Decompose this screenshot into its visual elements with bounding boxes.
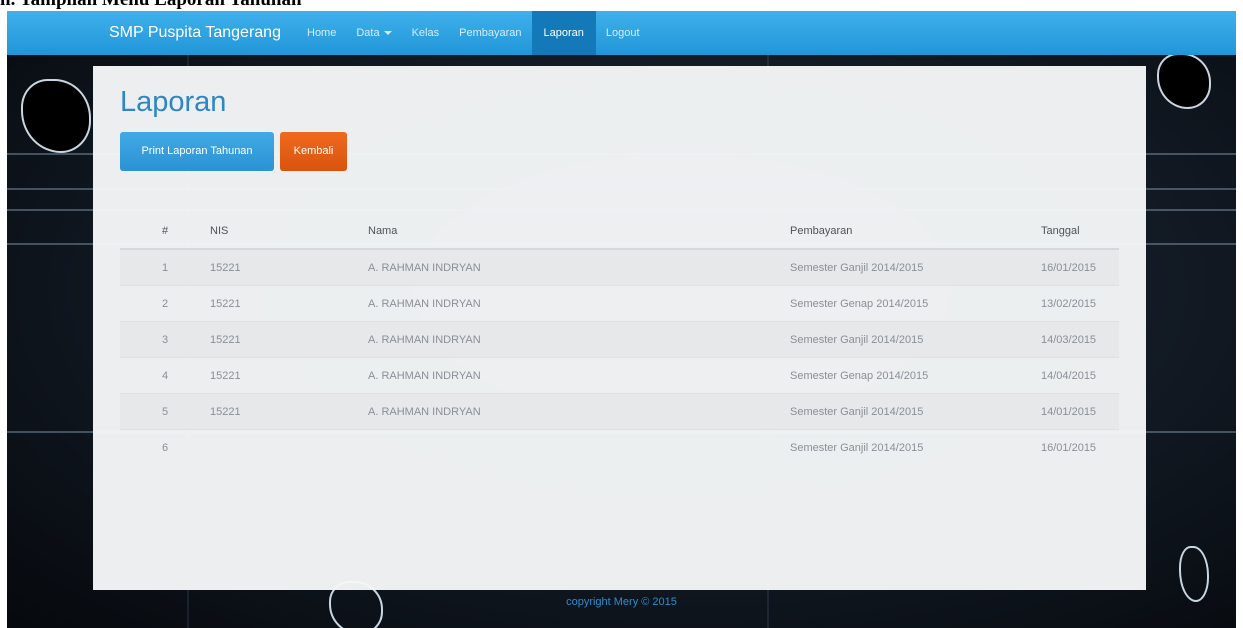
nav-item-logout[interactable]: Logout xyxy=(596,11,650,55)
nav-item-laporan[interactable]: Laporan xyxy=(531,11,596,55)
table-row: 6 Semester Ganjil 2014/2015 16/01/2015 xyxy=(120,429,1119,465)
app-window: SMP Puspita Tangerang Home Data Kelas Pe… xyxy=(7,11,1236,628)
cell-nama: A. RAHMAN INDRYAN xyxy=(368,285,790,322)
nav-item-data[interactable]: Data xyxy=(346,11,401,55)
nav-item-home[interactable]: Home xyxy=(297,11,346,55)
column-header-number: # xyxy=(120,214,210,250)
cell-pembayaran: Semester Ganjil 2014/2015 xyxy=(790,248,1041,286)
caret-down-icon xyxy=(383,31,392,36)
cell-number: 3 xyxy=(120,321,210,358)
cell-nis: 15221 xyxy=(210,357,368,394)
world-map-landmass xyxy=(21,79,91,153)
cell-nama: A. RAHMAN INDRYAN xyxy=(368,321,790,358)
back-button[interactable]: Kembali xyxy=(280,132,347,171)
nav-item-pembayaran[interactable]: Pembayaran xyxy=(449,11,531,55)
cell-nis xyxy=(210,429,368,465)
cell-nis: 15221 xyxy=(210,285,368,322)
nav-menu: Home Data Kelas Pembayaran Laporan Logou… xyxy=(297,11,650,55)
table-row: 3 15221 A. RAHMAN INDRYAN Semester Ganji… xyxy=(120,321,1119,358)
cell-tanggal: 16/01/2015 xyxy=(1041,248,1119,286)
page-title: Laporan xyxy=(120,86,227,118)
world-map-landmass xyxy=(1179,546,1209,602)
table-row: 4 15221 A. RAHMAN INDRYAN Semester Genap… xyxy=(120,357,1119,394)
cell-pembayaran: Semester Ganjil 2014/2015 xyxy=(790,393,1041,430)
cell-tanggal: 16/01/2015 xyxy=(1041,429,1119,465)
column-header-pembayaran: Pembayaran xyxy=(790,214,1041,250)
document-caption: n. Tampilan Menu Laporan Tahunan xyxy=(0,0,302,11)
cell-number: 2 xyxy=(120,285,210,322)
cell-pembayaran: Semester Ganjil 2014/2015 xyxy=(790,321,1041,358)
world-map-landmass xyxy=(1157,53,1211,109)
print-report-button[interactable]: Print Laporan Tahunan xyxy=(120,132,274,171)
column-header-tanggal: Tanggal xyxy=(1041,214,1119,250)
cell-pembayaran: Semester Ganjil 2014/2015 xyxy=(790,429,1041,465)
column-header-nama: Nama xyxy=(368,214,790,250)
cell-nama: A. RAHMAN INDRYAN xyxy=(368,357,790,394)
table-row: 1 15221 A. RAHMAN INDRYAN Semester Ganji… xyxy=(120,248,1119,286)
cell-tanggal: 14/03/2015 xyxy=(1041,321,1119,358)
navbar-brand[interactable]: SMP Puspita Tangerang xyxy=(109,11,281,55)
cell-tanggal: 14/01/2015 xyxy=(1041,393,1119,430)
table-header-row: # NIS Nama Pembayaran Tanggal xyxy=(120,214,1119,250)
cell-nama: A. RAHMAN INDRYAN xyxy=(368,248,790,286)
table-row: 2 15221 A. RAHMAN INDRYAN Semester Genap… xyxy=(120,285,1119,322)
cell-pembayaran: Semester Genap 2014/2015 xyxy=(790,357,1041,394)
cell-nis: 15221 xyxy=(210,393,368,430)
cell-nis: 15221 xyxy=(210,321,368,358)
cell-number: 5 xyxy=(120,393,210,430)
cell-nama: A. RAHMAN INDRYAN xyxy=(368,393,790,430)
report-table: # NIS Nama Pembayaran Tanggal 1 15221 A.… xyxy=(120,214,1119,465)
content-panel: Laporan Print Laporan Tahunan Kembali # … xyxy=(93,66,1146,590)
cell-tanggal: 13/02/2015 xyxy=(1041,285,1119,322)
nav-item-data-label: Data xyxy=(356,27,380,39)
nav-item-kelas[interactable]: Kelas xyxy=(402,11,450,55)
table-row: 5 15221 A. RAHMAN INDRYAN Semester Ganji… xyxy=(120,393,1119,430)
navbar: SMP Puspita Tangerang Home Data Kelas Pe… xyxy=(7,11,1236,55)
column-header-nis: NIS xyxy=(210,214,368,250)
cell-number: 6 xyxy=(120,429,210,465)
cell-pembayaran: Semester Genap 2014/2015 xyxy=(790,285,1041,322)
cell-nama xyxy=(368,429,790,465)
cell-tanggal: 14/04/2015 xyxy=(1041,357,1119,394)
cell-number: 4 xyxy=(120,357,210,394)
cell-number: 1 xyxy=(120,248,210,286)
cell-nis: 15221 xyxy=(210,248,368,286)
footer-copyright: copyright Mery © 2015 xyxy=(566,596,677,608)
